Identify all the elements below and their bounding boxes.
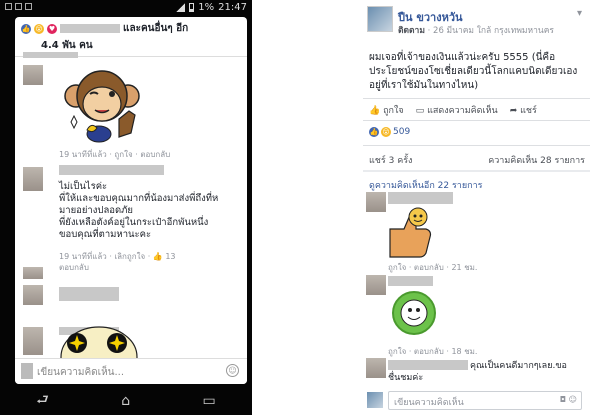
wow-reaction-icon: 😮 — [34, 23, 44, 34]
names-suffix: และคนอื่นๆ อีก — [123, 23, 189, 34]
avatar[interactable] — [23, 65, 43, 85]
avatar[interactable] — [23, 327, 43, 355]
facebook-post-panel: ปืน ขวางหวัน ติดตาม · 26 มีนาคม ใกล้ กรุ… — [363, 0, 590, 415]
post-stats: แชร์ 3 ครั้ง ความคิดเห็น 28 รายการ — [369, 153, 585, 167]
avatar[interactable] — [23, 285, 43, 305]
comment-input-icons: ◘ ☺ — [560, 395, 577, 404]
post-subline: ติดตาม · 26 มีนาคม ใกล้ กรุงเทพมหานคร — [398, 23, 554, 37]
blurred-name — [59, 165, 164, 175]
chevron-down-icon[interactable]: ▾ — [577, 8, 582, 19]
divider — [363, 98, 590, 99]
home-icon[interactable]: ⌂ — [121, 393, 130, 409]
blurred-names — [60, 24, 120, 33]
like-reaction-icon: 👍 — [369, 127, 379, 137]
wow-reaction-icon: 😮 — [381, 127, 391, 137]
comment-button[interactable]: ▭ แสดงความคิดเห็น — [416, 103, 498, 117]
comment-meta: ถูกใจ · ตอบกลับ · 18 ชม. — [388, 347, 478, 356]
love-reaction-icon: ♥ — [47, 23, 57, 34]
blurred-name — [388, 192, 453, 204]
comment-meta: ถูกใจ · ตอบกลับ · 21 ชม. — [388, 263, 478, 272]
divider — [363, 145, 590, 146]
back-icon[interactable]: ⮐ — [36, 389, 49, 413]
status-right: 1% 21:47 — [176, 2, 247, 13]
notification-icons — [5, 3, 32, 10]
avatar — [367, 392, 383, 408]
view-previous-comments[interactable]: ดูความคิดเห็นอีก 22 รายการ — [369, 178, 482, 192]
post-actions: 👍 ถูกใจ ▭ แสดงความคิดเห็น ➦ แชร์ — [369, 103, 537, 117]
android-nav-bar: ⮐ ⌂ ▭ — [0, 387, 252, 415]
battery-percent: 1% — [198, 2, 215, 13]
notification-icon — [15, 3, 22, 10]
reply-link[interactable]: ตอบกลับ — [414, 263, 444, 272]
comments-card: ดูความคิดเห็นอีก 22 รายการ ถูกใจ · ตอบกล… — [363, 172, 590, 415]
follow-link[interactable]: ติดตาม — [398, 26, 425, 36]
reply-link[interactable]: ตอบกลับ — [414, 347, 444, 356]
status-bar: 1% 21:47 — [0, 0, 252, 16]
comment-input-bar[interactable]: เขียนความคิดเห็น... ☺ — [15, 358, 247, 384]
comment-time: 19 นาทีที่แล้ว — [59, 150, 107, 159]
status-time: 21:47 — [218, 2, 247, 13]
comment-time: 18 ชม. — [451, 347, 478, 356]
like-link[interactable]: ถูกใจ — [114, 150, 132, 159]
unlike-link[interactable]: เลิกถูกใจ — [114, 252, 145, 261]
blurred-name — [388, 276, 433, 286]
share-icon: ➦ — [509, 106, 518, 116]
camera-icon[interactable]: ◘ — [560, 395, 566, 404]
emoji-icon[interactable]: ☺ — [569, 395, 577, 404]
reactions-comments-sheet: 👍 😮 ♥ และคนอื่นๆ อีก 4.4 พัน คน 19 นาทีท… — [15, 17, 247, 384]
emoji-icon[interactable]: ☺ — [226, 364, 239, 377]
comment-input[interactable]: เขียนความคิดเห็น... — [37, 365, 124, 380]
like-link[interactable]: ถูกใจ — [388, 347, 406, 356]
thumbs-up-sticker — [389, 207, 432, 258]
green-sticker — [392, 291, 436, 335]
post-text: ผมเจอที่เจ้าของเงินแล้วน่ะครับ 5555 (นี่… — [369, 52, 578, 91]
notification-icon — [25, 3, 32, 10]
recent-apps-icon[interactable]: ▭ — [203, 393, 216, 409]
avatar[interactable] — [366, 192, 386, 212]
avatar[interactable] — [23, 267, 43, 279]
signal-icon — [176, 3, 186, 12]
avatar[interactable] — [366, 275, 386, 295]
comment-text: คุณเป็นคนดีมากๆเลย.ขอชื่นชมค่ะ — [388, 361, 567, 383]
like-reaction-icon: 👍 — [21, 23, 31, 34]
comment-count[interactable]: ความคิดเห็น 28 รายการ — [488, 153, 585, 167]
share-count[interactable]: แชร์ 3 ครั้ง — [369, 153, 412, 167]
blurred-comment — [59, 287, 119, 301]
like-button[interactable]: 👍 ถูกใจ — [369, 103, 404, 117]
share-button[interactable]: ➦ แชร์ — [510, 103, 537, 117]
avatar[interactable] — [366, 358, 386, 378]
sheet-header[interactable]: 👍 😮 ♥ และคนอื่นๆ อีก 4.4 พัน คน — [15, 17, 247, 57]
like-link[interactable]: ถูกใจ — [388, 263, 406, 272]
post-card: ปืน ขวางหวัน ติดตาม · 26 มีนาคม ใกล้ กรุ… — [363, 0, 590, 170]
share-label: แชร์ — [520, 106, 537, 116]
like-count: 13 — [165, 252, 176, 261]
comment-input-placeholder: เขียนความคิดเห็น — [394, 398, 464, 408]
divider — [363, 120, 590, 121]
reaction-count: 509 — [393, 127, 411, 137]
reaction-count: 4.4 พัน คน — [41, 40, 93, 51]
phone-screenshot: 1% 21:47 👍 😮 ♥ และคนอื่นๆ อีก 4.4 พัน คน — [0, 0, 252, 415]
battery-icon — [189, 3, 195, 12]
reply-link[interactable]: ตอบกลับ — [59, 261, 89, 274]
reaction-summary[interactable]: 👍 😮 509 — [369, 127, 410, 137]
face-sticker — [60, 326, 138, 359]
notification-icon — [5, 3, 12, 10]
thumbs-up-icon: 👍 — [152, 252, 163, 261]
comment-icon: ▭ — [415, 106, 425, 116]
like-label: ถูกใจ — [383, 106, 404, 116]
thumbs-up-icon: 👍 — [369, 106, 381, 116]
comment-text: ไม่เป็นไรค่ะ พี่ให้และขอบคุณมากที่น้องมา… — [59, 181, 219, 240]
blurred-text — [23, 52, 78, 58]
comment-input[interactable]: เขียนความคิดเห็น ◘ ☺ — [388, 391, 582, 410]
reply-link[interactable]: ตอบกลับ — [140, 150, 170, 159]
post-date-location: · 26 มีนาคม ใกล้ กรุงเทพมหานคร — [427, 26, 554, 36]
author-avatar[interactable] — [367, 6, 393, 32]
comment-time: 21 ชม. — [451, 263, 478, 272]
comment-label: แสดงความคิดเห็น — [427, 106, 498, 116]
avatar[interactable] — [23, 167, 43, 191]
comment-meta: 19 นาทีที่แล้ว · ถูกใจ · ตอบกลับ — [59, 150, 171, 159]
avatar — [21, 363, 33, 379]
monkey-sticker — [64, 70, 140, 143]
comment-time: 19 นาทีที่แล้ว — [59, 252, 107, 261]
